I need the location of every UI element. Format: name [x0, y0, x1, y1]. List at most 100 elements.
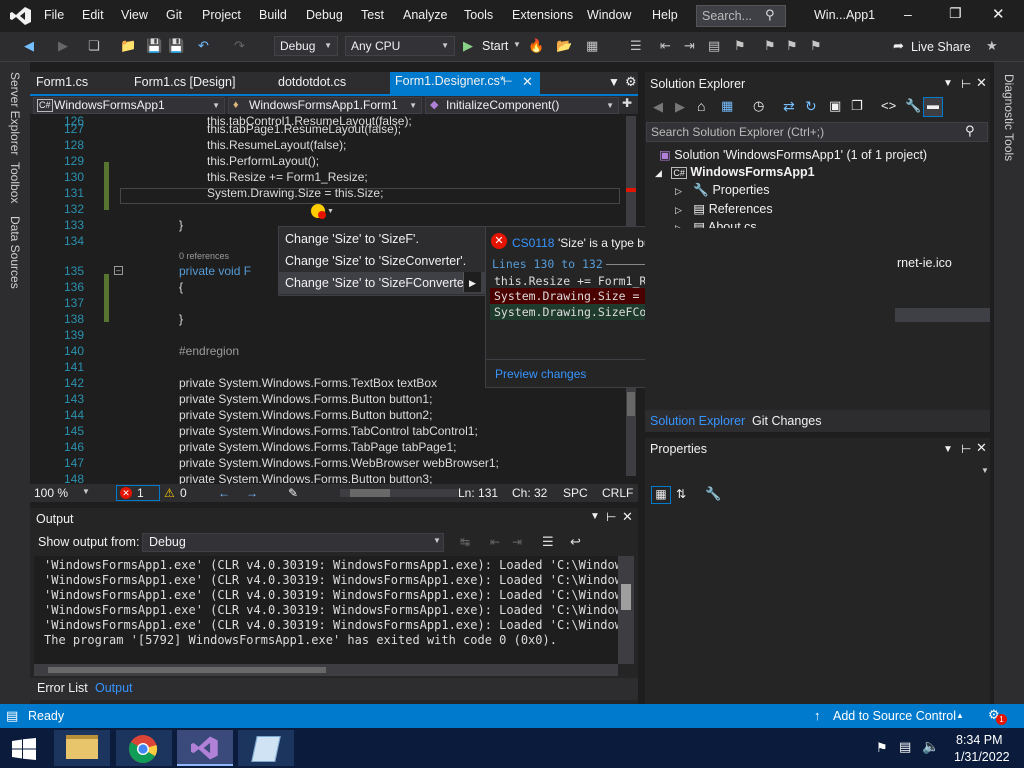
back-icon[interactable]: ◀ [24, 38, 34, 54]
browser-link-icon[interactable]: ▦ [586, 38, 598, 54]
line-indicator[interactable]: Ln: 131 [458, 485, 498, 501]
minimize-icon[interactable]: – [904, 6, 912, 22]
tree-selected-row[interactable] [895, 308, 990, 322]
home-icon[interactable]: ⌂ [697, 98, 705, 114]
tree-solution[interactable]: ▣ Solution 'WindowsFormsApp1' (1 of 1 pr… [659, 147, 927, 162]
diagnostic-tools-tab[interactable]: Diagnostic Tools [1002, 74, 1016, 161]
tab-output[interactable]: Output [95, 681, 133, 695]
preview-changes-link[interactable]: Preview changes [495, 367, 586, 381]
close-icon[interactable]: ✕ [992, 5, 1005, 23]
server-explorer-tab[interactable]: Server Explorer [8, 72, 22, 155]
taskbar-notepad[interactable] [238, 730, 294, 766]
show-all-files-icon[interactable]: ❐ [851, 98, 863, 114]
tab-list-icon[interactable]: ▼ [608, 75, 620, 89]
solution-search-box[interactable]: Search Solution Explorer (Ctrl+;) ⚲ [646, 122, 988, 142]
menu-tools[interactable]: Tools [464, 8, 493, 22]
undo-icon[interactable]: ↶ [198, 38, 209, 54]
warning-count[interactable]: 0 [180, 485, 187, 501]
scrollbar-thumb[interactable] [350, 489, 390, 497]
taskbar-file-explorer[interactable] [54, 730, 110, 766]
hot-reload-icon[interactable]: 🔥 [528, 38, 544, 54]
error-code-link[interactable]: CS0118 [512, 236, 554, 250]
arrow-up-icon[interactable]: ↑ [814, 708, 821, 723]
open-folder-icon[interactable]: 📁 [120, 38, 136, 54]
alphabetical-icon[interactable]: ⇅ [676, 487, 686, 501]
clock-date[interactable]: 1/31/2022 [954, 750, 1010, 764]
member-dropdown[interactable]: ◆ InitializeComponent() ▼ [425, 97, 619, 114]
pin-icon[interactable]: ⊢ [606, 510, 616, 524]
view-code-icon[interactable]: <> [881, 98, 896, 113]
panel-menu-icon[interactable]: ▼ [943, 444, 953, 455]
volume-icon[interactable]: 🔈 [922, 738, 939, 755]
close-tab-icon[interactable]: ✕ [522, 74, 533, 90]
menu-git[interactable]: Git [166, 8, 182, 22]
quick-action-sizeconverter[interactable]: Change 'Size' to 'SizeConverter'. [279, 250, 487, 272]
clock-time[interactable]: 8:34 PM [956, 733, 1003, 747]
output-text[interactable]: 'WindowsFormsApp1.exe' (CLR v4.0.30319: … [34, 556, 618, 664]
menu-project[interactable]: Project [202, 8, 241, 22]
chevron-down-icon[interactable]: ▼ [82, 487, 90, 496]
lightbulb-icon[interactable] [311, 204, 326, 219]
tab-git-changes[interactable]: Git Changes [752, 414, 821, 428]
clear-all-icon[interactable]: ☰ [542, 534, 554, 550]
scrollbar-thumb[interactable] [627, 392, 635, 416]
error-count-button[interactable]: ✕ 1 [116, 485, 160, 501]
switch-views-icon[interactable]: ▦ [721, 98, 733, 114]
panel-menu-icon[interactable]: ▼ [943, 78, 953, 89]
collapse-icon[interactable]: – [114, 266, 123, 275]
indent-icon[interactable]: ⇤ [660, 38, 671, 54]
output-vertical-scrollbar[interactable] [618, 556, 634, 664]
menu-edit[interactable]: Edit [82, 8, 104, 22]
property-pages-icon[interactable]: 🔧 [705, 486, 721, 502]
tab-error-list[interactable]: Error List [37, 681, 88, 695]
add-to-source-control[interactable]: Add to Source Control [833, 709, 956, 723]
tree-item-references[interactable]: ▷ ▤ References [675, 201, 773, 216]
goto-location-icon[interactable]: ↹ [460, 535, 470, 549]
menu-help[interactable]: Help [652, 8, 678, 22]
preview-selected-icon[interactable]: ▬ [923, 97, 943, 117]
menu-view[interactable]: View [121, 8, 148, 22]
menu-extensions[interactable]: Extensions [512, 8, 573, 22]
panel-menu-icon[interactable]: ▼ [590, 511, 600, 522]
pin-icon[interactable]: ⊢ [503, 75, 513, 88]
output-horizontal-scrollbar[interactable] [34, 664, 618, 676]
windows-start-icon[interactable] [12, 738, 36, 760]
menu-analyze[interactable]: Analyze [403, 8, 447, 22]
class-dropdown[interactable]: ♦ WindowsFormsApp1.Form1 ▼ [228, 97, 422, 114]
collapse-all-icon[interactable]: ▣ [829, 98, 841, 114]
arrow-left-icon[interactable]: ← [218, 485, 230, 501]
menu-file[interactable]: File [44, 8, 64, 22]
sync-icon[interactable]: ⇄ [783, 98, 795, 115]
split-icon[interactable]: ✚ [622, 96, 632, 110]
bookmark-next-icon[interactable]: ⚑ [786, 38, 798, 54]
tab-form1-cs[interactable]: Form1.cs [30, 72, 130, 94]
gear-icon[interactable]: ⚙ [625, 74, 637, 90]
network-icon[interactable]: ▤ [899, 739, 911, 755]
wrench-icon[interactable]: 🔧 [905, 98, 921, 114]
forward-icon[interactable]: ▶ [58, 38, 68, 54]
platform-select[interactable]: Any CPU ▼ [345, 36, 455, 56]
whitespace-indicator[interactable]: SPC [563, 485, 588, 501]
save-icon[interactable]: 💾 [146, 38, 162, 54]
brush-icon[interactable]: ✎ [288, 485, 298, 501]
categorized-icon[interactable]: ▦ [651, 486, 671, 504]
save-all-icon[interactable]: 💾 [168, 38, 184, 54]
search-box[interactable]: Search... ⚲ [696, 5, 786, 27]
tab-form1-designer[interactable]: Form1.Designer.cs* ⊢ ✕ [390, 72, 540, 94]
codelens-references[interactable]: 0 references [179, 251, 229, 261]
chevron-right-icon[interactable]: ▶ [463, 272, 481, 292]
menu-build[interactable]: Build [259, 8, 287, 22]
outdent-icon[interactable]: ⇥ [684, 38, 695, 54]
line-ending-indicator[interactable]: CRLF [602, 485, 633, 501]
zoom-level[interactable]: 100 % [34, 485, 68, 501]
word-wrap-icon[interactable]: ↩ [570, 534, 581, 550]
scrollbar-thumb[interactable] [48, 667, 326, 673]
next-message-icon[interactable]: ⇥ [512, 535, 522, 549]
bookmark-clear-icon[interactable]: ⚑ [810, 38, 822, 54]
tree-project[interactable]: ◢ C# WindowsFormsApp1 [655, 165, 815, 179]
new-item-icon[interactable]: ❏ [88, 38, 100, 54]
bookmark-prev-icon[interactable]: ⚑ [764, 38, 776, 54]
quick-action-sizefconverter[interactable]: Change 'Size' to 'SizeFConverter'. ▶ [279, 272, 487, 294]
taskbar-visual-studio[interactable] [177, 730, 233, 766]
close-panel-icon[interactable]: ✕ [976, 75, 987, 91]
